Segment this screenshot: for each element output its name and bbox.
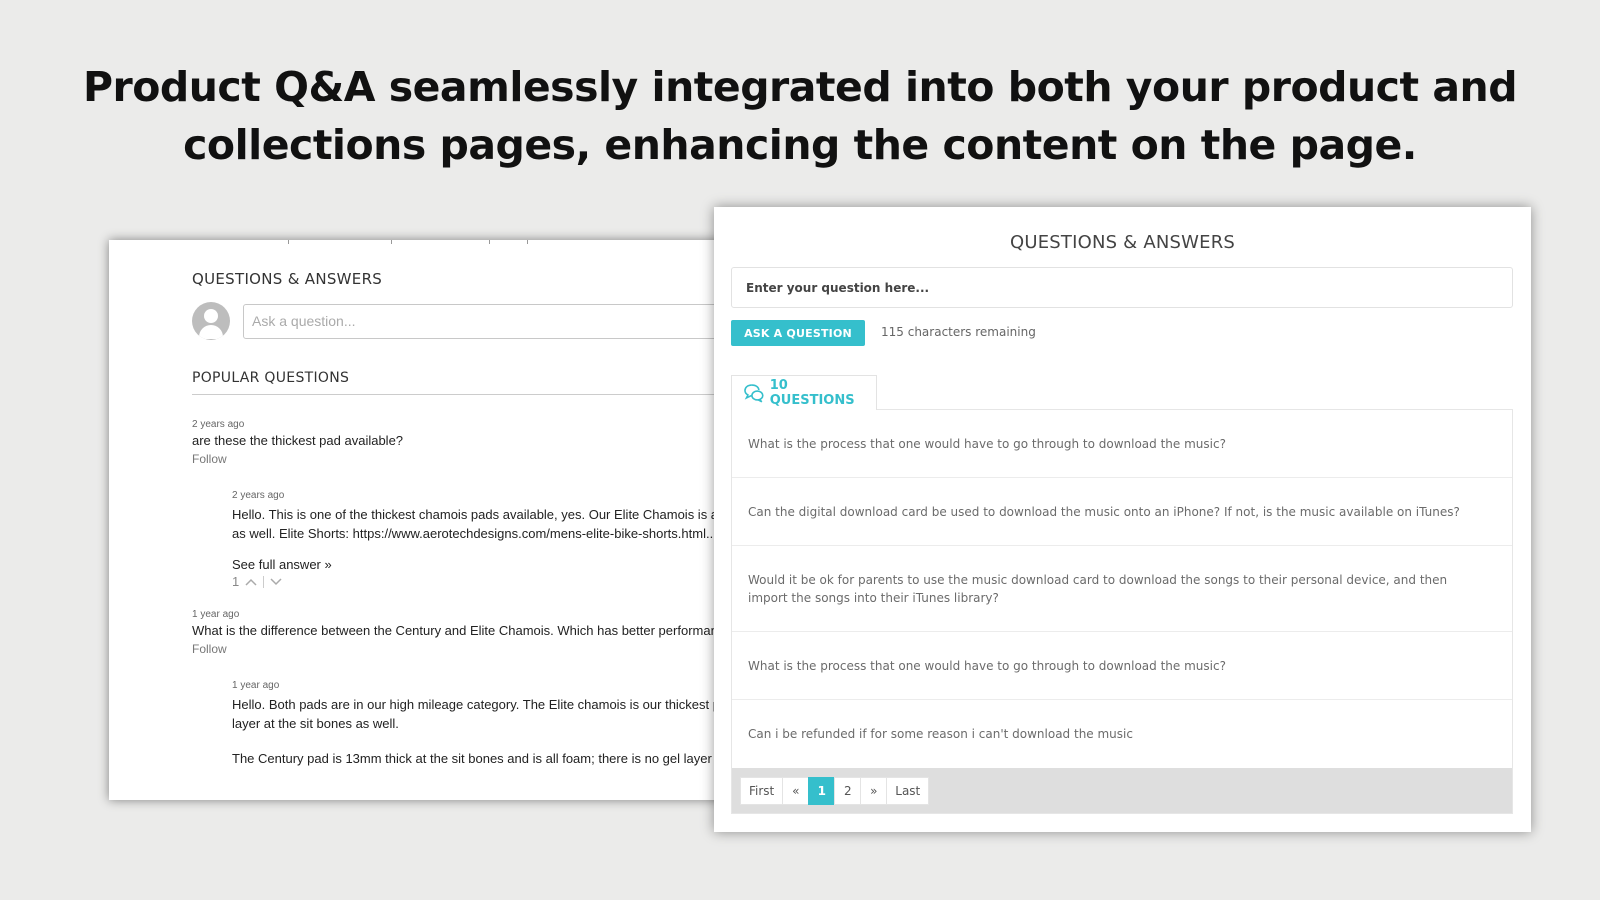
question-text: Can i be refunded if for some reason i c… bbox=[748, 727, 1133, 741]
question-text: Can the digital download card be used to… bbox=[748, 504, 1460, 519]
question-text: Would it be ok for parents to use the mu… bbox=[748, 572, 1448, 605]
answer-time: 1 year ago bbox=[232, 680, 280, 691]
question-time: 2 years ago bbox=[192, 419, 245, 430]
question-text[interactable]: are these the thickest pad available? bbox=[192, 433, 729, 448]
pagination-page-1[interactable]: 1 bbox=[808, 776, 836, 805]
questions-tab[interactable]: 10 QUESTIONS bbox=[731, 375, 877, 410]
question-text[interactable]: What is the difference between the Centu… bbox=[192, 623, 729, 638]
user-avatar-icon bbox=[192, 302, 230, 340]
pagination-last[interactable]: Last bbox=[886, 776, 930, 805]
question-item: 2 years ago are these the thickest pad a… bbox=[192, 419, 729, 589]
answer-item: 1 year ago Hello. Both pads are in our h… bbox=[232, 680, 729, 768]
vote-controls: 1 bbox=[232, 574, 729, 589]
answer-line: Hello. Both pads are in our high mileage… bbox=[232, 697, 729, 712]
answer-text: Hello. Both pads are in our high mileage… bbox=[232, 695, 729, 768]
question-text: What is the process that one would have … bbox=[748, 436, 1226, 451]
right-qa-widget: QUESTIONS & ANSWERS ASK A QUESTION 115 c… bbox=[714, 207, 1531, 832]
pagination-first[interactable]: First bbox=[740, 776, 784, 805]
pagination: First « 1 2 » Last bbox=[732, 768, 1512, 813]
left-qa-widget: QUESTIONS & ANSWERS POPULAR QUESTIONS 2 … bbox=[109, 240, 729, 800]
answer-time: 2 years ago bbox=[232, 490, 285, 501]
ask-question-button[interactable]: ASK A QUESTION bbox=[731, 320, 865, 346]
answer-item: 2 years ago Hello. This is one of the th… bbox=[232, 490, 729, 589]
upvote-icon[interactable] bbox=[245, 578, 257, 586]
question-input[interactable] bbox=[731, 267, 1513, 308]
ask-question-input[interactable] bbox=[243, 303, 729, 339]
follow-link[interactable]: Follow bbox=[192, 642, 729, 656]
characters-remaining: 115 characters remaining bbox=[881, 325, 1036, 339]
see-full-answer-link[interactable]: See full answer » bbox=[232, 557, 729, 572]
question-row[interactable]: What is the process that one would have … bbox=[732, 632, 1512, 700]
answer-line: The Century pad is 13mm thick at the sit… bbox=[232, 751, 729, 766]
headline: Product Q&A seamlessly integrated into b… bbox=[0, 58, 1600, 174]
questions-tab-label: 10 QUESTIONS bbox=[769, 378, 855, 408]
popular-questions-heading: POPULAR QUESTIONS bbox=[192, 370, 729, 395]
answer-line: as well. Elite Shorts: https://www.aerot… bbox=[232, 526, 717, 541]
follow-link[interactable]: Follow bbox=[192, 452, 729, 466]
chat-bubbles-icon bbox=[744, 384, 764, 403]
vote-count: 1 bbox=[232, 574, 240, 589]
question-row[interactable]: Would it be ok for parents to use the mu… bbox=[732, 546, 1512, 632]
headline-line-2: collections pages, enhancing the content… bbox=[183, 121, 1417, 169]
question-item: 1 year ago What is the difference betwee… bbox=[192, 609, 729, 768]
downvote-icon[interactable] bbox=[270, 577, 282, 586]
qa-title: QUESTIONS & ANSWERS bbox=[192, 270, 383, 288]
pagination-page-2[interactable]: 2 bbox=[834, 776, 862, 805]
answer-text: Hello. This is one of the thickest chamo… bbox=[232, 505, 729, 543]
ask-row bbox=[192, 302, 729, 340]
headline-line-1: Product Q&A seamlessly integrated into b… bbox=[82, 63, 1518, 111]
pagination-next[interactable]: » bbox=[860, 776, 888, 805]
question-row[interactable]: What is the process that one would have … bbox=[732, 410, 1512, 478]
answer-line: Hello. This is one of the thickest chamo… bbox=[232, 507, 729, 522]
top-nav-dividers bbox=[109, 240, 729, 244]
questions-list: What is the process that one would have … bbox=[731, 409, 1513, 814]
question-text: What is the process that one would have … bbox=[748, 658, 1226, 673]
qa-title: QUESTIONS & ANSWERS bbox=[1009, 232, 1236, 253]
question-row[interactable]: Can i be refunded if for some reason i c… bbox=[732, 700, 1512, 768]
question-time: 1 year ago bbox=[192, 609, 240, 620]
vote-divider bbox=[263, 575, 265, 588]
answer-line: layer at the sit bones as well. bbox=[232, 716, 399, 731]
pagination-prev[interactable]: « bbox=[782, 776, 810, 805]
question-row[interactable]: Can the digital download card be used to… bbox=[732, 478, 1512, 546]
